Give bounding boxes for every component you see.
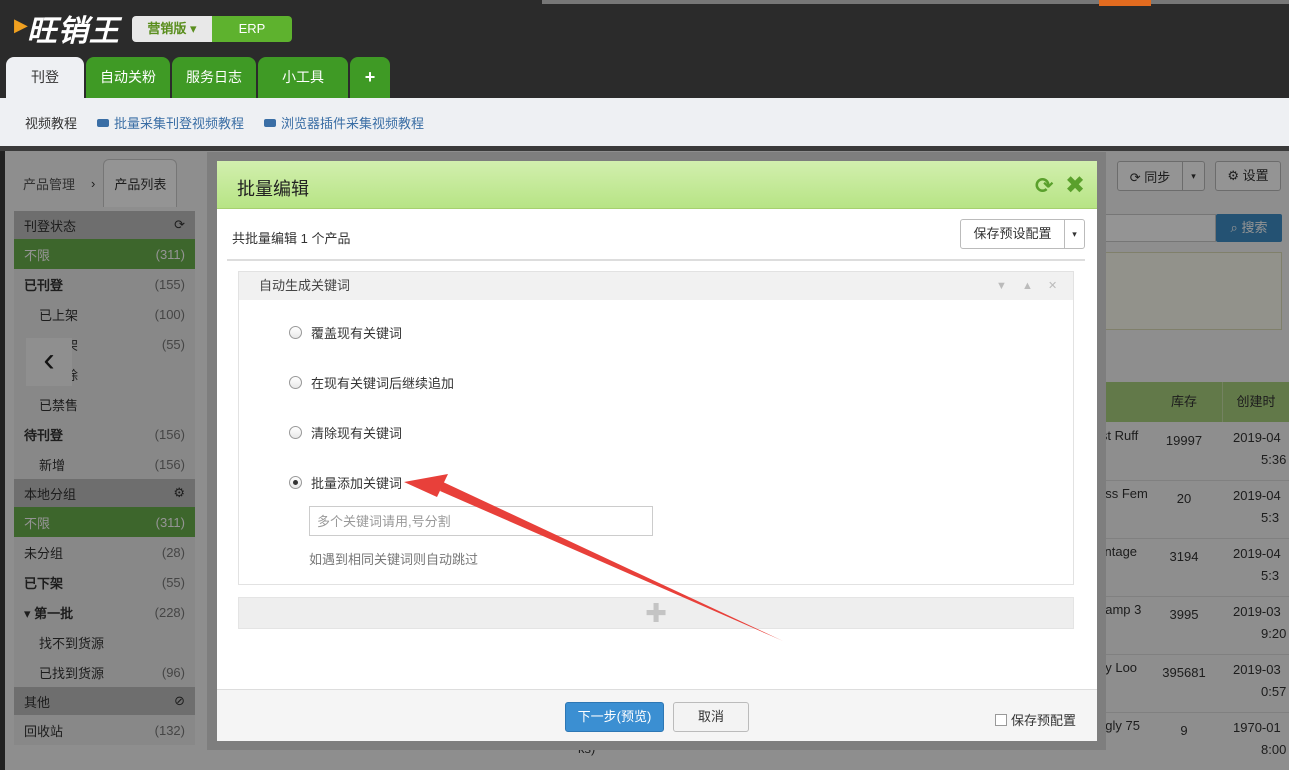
tutorial-link-plugin[interactable]: 浏览器插件采集视频教程 bbox=[264, 113, 424, 132]
radio-button[interactable] bbox=[289, 326, 302, 339]
video-icon bbox=[97, 118, 110, 127]
option-overwrite[interactable]: 覆盖现有关键词 bbox=[289, 323, 402, 342]
tutorial-link-batch[interactable]: 批量采集刊登视频教程 bbox=[97, 113, 244, 132]
tab-tools[interactable]: 小工具 bbox=[258, 57, 348, 98]
option-clear[interactable]: 清除现有关键词 bbox=[289, 423, 402, 442]
option-batch-add[interactable]: 批量添加关键词 bbox=[289, 473, 402, 492]
add-tab-button[interactable]: + bbox=[350, 57, 390, 98]
next-preview-button[interactable]: 下一步(预览) bbox=[565, 702, 664, 732]
close-icon[interactable]: ✖ bbox=[1065, 171, 1085, 200]
chevron-down-icon[interactable]: ▾ bbox=[1064, 220, 1084, 248]
edition-erp-button[interactable]: ERP bbox=[212, 16, 292, 42]
move-up-chevron-icon[interactable]: ▲ bbox=[1022, 272, 1033, 300]
option-append[interactable]: 在现有关键词后继续追加 bbox=[289, 373, 454, 392]
save-preset-checkbox[interactable]: 保存预配置 bbox=[995, 710, 1076, 729]
edition-switch[interactable]: 营销版 ▾ ERP bbox=[132, 16, 292, 42]
tutorial-bar: 视频教程 批量采集刊登视频教程 浏览器插件采集视频教程 bbox=[0, 98, 1289, 146]
keyword-panel: 自动生成关键词 ▼ ▲ ✕ 覆盖现有关键词 在现有关键词后继续追加 清除现有关键… bbox=[238, 271, 1074, 585]
edition-marketing-button[interactable]: 营销版 ▾ bbox=[132, 16, 212, 42]
batch-edit-modal: 批量编辑 ⟳ ✖ 共批量编辑 1 个产品 保存预设配置 ▾ 自动生成关键词 ▼ … bbox=[207, 152, 1106, 750]
add-field-plus-icon[interactable]: ✚ bbox=[238, 597, 1074, 629]
save-preset-button[interactable]: 保存预设配置 ▾ bbox=[960, 219, 1085, 249]
tab-publish[interactable]: 刊登 bbox=[6, 57, 84, 98]
app-logo[interactable]: ▶旺销王 bbox=[14, 6, 120, 50]
radio-button[interactable] bbox=[289, 426, 302, 439]
main-tabs: 刊登 自动关粉 服务日志 小工具 + bbox=[6, 57, 390, 98]
tab-service-log[interactable]: 服务日志 bbox=[172, 57, 256, 98]
top-strip bbox=[542, 0, 1289, 6]
tab-auto-follow[interactable]: 自动关粉 bbox=[86, 57, 170, 98]
radio-button[interactable] bbox=[289, 376, 302, 389]
tutorial-label: 视频教程 bbox=[25, 115, 78, 131]
checkbox[interactable] bbox=[995, 713, 1007, 726]
app-header: ▶旺销王 营销版 ▾ ERP 刊登 自动关粉 服务日志 小工具 + bbox=[0, 0, 1289, 98]
video-icon bbox=[264, 118, 277, 127]
remove-panel-close-icon[interactable]: ✕ bbox=[1048, 272, 1057, 300]
keyword-hint: 如遇到相同关键词则自动跳过 bbox=[309, 552, 479, 567]
modal-footer: 下一步(预览) 取消 保存预配置 bbox=[217, 689, 1097, 741]
cancel-button[interactable]: 取消 bbox=[673, 702, 749, 732]
modal-header: 批量编辑 ⟳ ✖ bbox=[217, 161, 1097, 209]
radio-button-checked[interactable] bbox=[289, 476, 302, 489]
refresh-icon[interactable]: ⟳ bbox=[1035, 173, 1053, 199]
keywords-input[interactable] bbox=[309, 506, 653, 536]
batch-count-info: 共批量编辑 1 个产品 bbox=[232, 231, 351, 246]
divider bbox=[227, 259, 1085, 261]
collapse-chevron-down-icon[interactable]: ▼ bbox=[996, 272, 1007, 300]
modal-title: 批量编辑 bbox=[237, 179, 309, 199]
panel-header: 自动生成关键词 ▼ ▲ ✕ bbox=[239, 272, 1073, 300]
